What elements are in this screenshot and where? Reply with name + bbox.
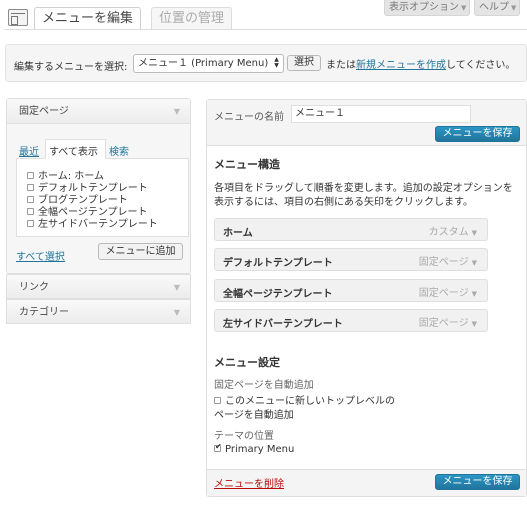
chevron-down-icon: ▼ [511, 4, 517, 12]
links-panel-header[interactable]: リンク ▼ [6, 274, 191, 299]
menu-item-type[interactable]: 固定ページ ▼ [419, 314, 477, 329]
categories-panel-header[interactable]: カテゴリー ▼ [6, 299, 191, 324]
create-suffix-text: してください。 [446, 60, 516, 71]
menu-editor-panel: メニューの名前 メニュー１ メニューを保存 メニュー構造 各項目をドラッグして順… [206, 99, 527, 497]
save-menu-button-bottom[interactable]: メニューを保存 [435, 474, 520, 490]
create-new-menu-link[interactable]: 新規メニューを作成 [356, 60, 446, 71]
page-item-label: 左サイドバーテンプレート [38, 219, 158, 230]
select-button[interactable]: 選択 [287, 55, 321, 71]
spinner-arrows-icon: ▲ ▼ [274, 56, 279, 69]
auto-add-checkbox-row[interactable]: このメニューに新しいトップレベルの [214, 392, 395, 407]
menu-select-label: 編集するメニューを選択: [14, 62, 128, 73]
menu-settings-title: メニュー設定 [214, 356, 280, 369]
checkbox[interactable] [27, 208, 34, 215]
menu-item-type-label: 固定ページ [418, 257, 469, 268]
tab-manage-locations[interactable]: 位置の管理 [151, 7, 233, 29]
menu-structure-help: 表示するには、項目の右側にある矢印をクリックします。 [214, 197, 473, 208]
add-to-menu-button[interactable]: メニューに追加 [98, 243, 183, 260]
select-all-link[interactable]: すべて選択 [16, 248, 65, 263]
tab-manage-locations-label: 位置の管理 [159, 11, 225, 26]
menu-name-label: メニューの名前 [214, 112, 284, 123]
chevron-down-icon[interactable]: ▼ [472, 229, 477, 237]
help-label: ヘルプ [479, 2, 509, 13]
menu-item-title: ホーム [223, 228, 253, 239]
collapse-arrow-icon[interactable]: ▼ [174, 99, 180, 124]
menu-item-default-template[interactable]: デフォルトテンプレート 固定ページ ▼ [214, 248, 488, 271]
menu-name-value: メニュー１ [295, 108, 345, 119]
theme-location-label: テーマの位置 [214, 431, 274, 442]
auto-add-option-label: ページを自動追加 [214, 410, 294, 421]
checkmark-icon: ✔ [215, 442, 222, 451]
links-panel-title: リンク [19, 282, 49, 293]
primary-menu-checkbox[interactable]: ✔ [214, 442, 222, 452]
menu-item-type-label: 固定ページ [418, 318, 469, 329]
menu-structure-help: 各項目をドラッグして順番を変更します。追加の設定オプションを [214, 183, 513, 194]
auto-add-label: 固定ページを自動追加 [214, 380, 314, 391]
menu-editor-header: メニューの名前 メニュー１ メニューを保存 [207, 100, 526, 146]
checkbox[interactable] [27, 196, 34, 203]
screen-options-button[interactable]: 表示オプション ▼ [384, 0, 470, 16]
tab-view-all-label[interactable]: すべて表示 [49, 143, 98, 158]
collapse-arrow-icon[interactable]: ▼ [174, 275, 180, 300]
help-button[interactable]: ヘルプ ▼ [474, 0, 520, 16]
menu-item-full-width-template[interactable]: 全幅ページテンプレート 固定ページ ▼ [214, 279, 488, 302]
menu-editor-footer: メニューを削除 メニューを保存 [207, 469, 526, 496]
menu-item-title: 左サイドバーテンプレート [223, 319, 343, 330]
delete-menu-link[interactable]: メニューを削除 [214, 475, 284, 490]
tab-edit-menus[interactable]: メニューを編集 [34, 7, 142, 29]
menu-select-value: メニュー１ (Primary Menu) [138, 58, 269, 69]
menu-select-dropdown[interactable]: メニュー１ (Primary Menu) ▲ ▼ [133, 54, 284, 73]
menu-item-type-label: カスタム [428, 227, 469, 238]
menus-page-icon [8, 9, 28, 26]
save-menu-label: メニューを保存 [442, 128, 513, 139]
menu-item-type-label: 固定ページ [418, 288, 469, 299]
menu-item-left-sidebar-template[interactable]: 左サイドバーテンプレート 固定ページ ▼ [214, 309, 488, 332]
header-divider [5, 29, 527, 30]
save-menu-label: メニューを保存 [442, 476, 513, 487]
primary-menu-checkbox-row[interactable]: ✔ Primary Menu [214, 442, 295, 455]
save-menu-button[interactable]: メニューを保存 [435, 126, 520, 142]
categories-panel-title: カテゴリー [19, 307, 69, 318]
tab-search[interactable]: 検索 [109, 143, 129, 158]
menu-item-type[interactable]: 固定ページ ▼ [419, 284, 477, 299]
collapse-arrow-icon[interactable]: ▼ [174, 300, 180, 325]
checkbox[interactable] [27, 172, 34, 179]
pages-checklist: ホーム: ホーム デフォルトテンプレート ブログテンプレート 全幅ページテンプレ… [16, 158, 189, 237]
select-button-label: 選択 [294, 57, 314, 68]
tab-most-recent[interactable]: 最近 [19, 143, 39, 158]
checkbox[interactable] [27, 220, 34, 227]
or-text: または [326, 60, 356, 71]
add-to-menu-label: メニューに追加 [105, 246, 176, 257]
pages-panel-title: 固定ページ [19, 106, 69, 117]
menu-select-bar: 編集するメニューを選択: メニュー１ (Primary Menu) ▲ ▼ 選択 … [5, 44, 527, 82]
chevron-down-icon[interactable]: ▼ [472, 320, 477, 328]
menu-item-type[interactable]: 固定ページ ▼ [419, 253, 477, 268]
auto-add-checkbox[interactable] [214, 397, 221, 404]
pages-panel-header[interactable]: 固定ページ ▼ [7, 99, 190, 124]
create-menu-text: または新規メニューを作成してください。 [326, 56, 515, 71]
menu-item-title: 全幅ページテンプレート [223, 289, 333, 300]
menu-structure-title: メニュー構造 [214, 158, 280, 171]
menu-item-type[interactable]: カスタム ▼ [429, 223, 477, 238]
menu-item-title: デフォルトテンプレート [223, 258, 333, 269]
chevron-down-icon[interactable]: ▼ [472, 290, 477, 298]
chevron-down-icon[interactable]: ▼ [472, 259, 477, 267]
chevron-down-icon: ▼ [461, 4, 467, 12]
list-item[interactable]: 左サイドバーテンプレート [27, 215, 158, 230]
menu-item-home[interactable]: ホーム カスタム ▼ [214, 218, 488, 241]
screen-options-label: 表示オプション [389, 2, 459, 13]
primary-menu-label: Primary Menu [225, 444, 295, 455]
menu-name-input[interactable]: メニュー１ [291, 105, 471, 123]
checkbox[interactable] [27, 184, 34, 191]
tab-edit-menus-label: メニューを編集 [42, 11, 134, 26]
